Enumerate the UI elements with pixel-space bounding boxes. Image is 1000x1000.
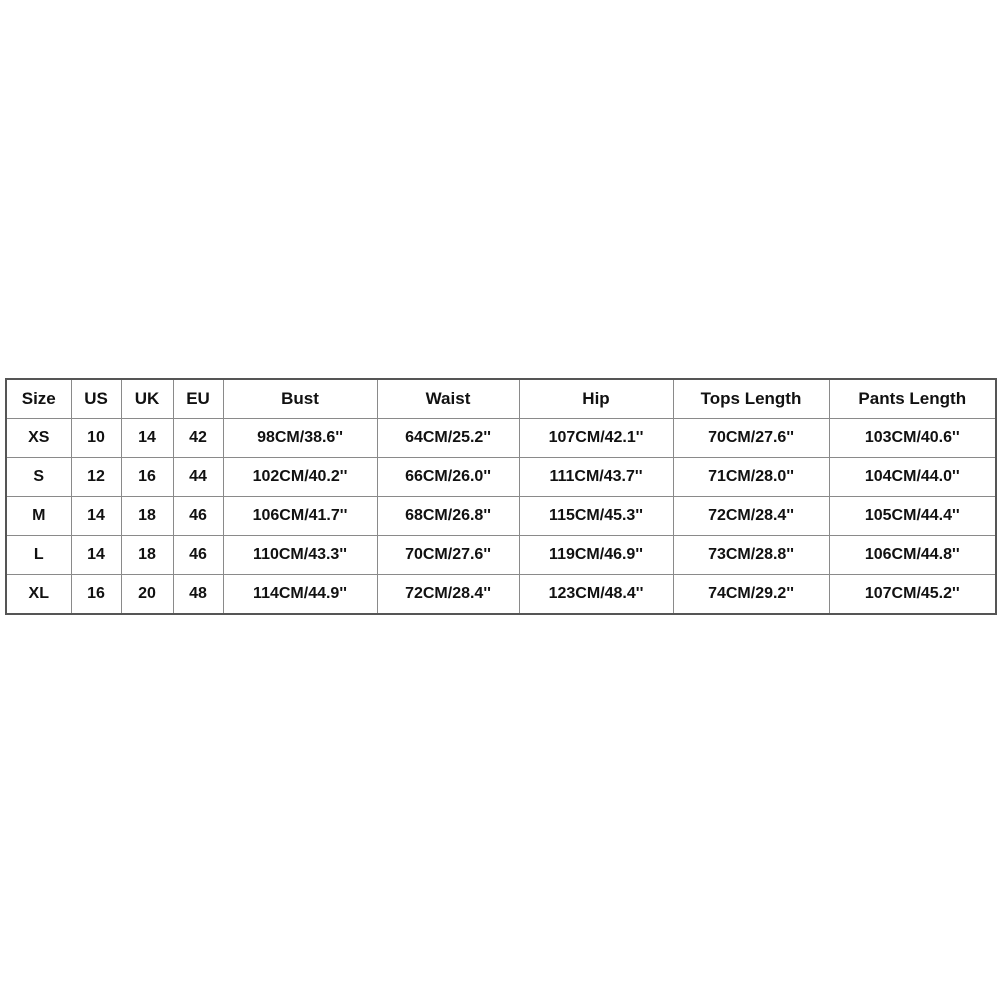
cell-eu: 46: [172, 535, 224, 575]
cell-bust: 110CM/43.3'': [222, 535, 378, 575]
cell-size: L: [5, 535, 72, 575]
header-tops-length: Tops Length: [672, 378, 830, 419]
table-row: L 14 18 46 110CM/43.3'' 70CM/27.6'' 119C…: [5, 535, 997, 575]
cell-uk: 18: [120, 535, 174, 575]
cell-pants-length: 106CM/44.8'': [828, 535, 997, 575]
cell-pants-length: 105CM/44.4'': [828, 496, 997, 536]
cell-waist: 66CM/26.0'': [376, 457, 520, 497]
cell-size: XL: [5, 574, 72, 615]
cell-hip: 111CM/43.7'': [518, 457, 674, 497]
cell-eu: 42: [172, 418, 224, 458]
cell-uk: 14: [120, 418, 174, 458]
cell-hip: 123CM/48.4'': [518, 574, 674, 615]
header-bust: Bust: [222, 378, 378, 419]
header-waist: Waist: [376, 378, 520, 419]
cell-us: 12: [70, 457, 122, 497]
table-row: S 12 16 44 102CM/40.2'' 66CM/26.0'' 111C…: [5, 457, 997, 497]
header-pants-length: Pants Length: [828, 378, 997, 419]
cell-tops-length: 71CM/28.0'': [672, 457, 830, 497]
cell-bust: 102CM/40.2'': [222, 457, 378, 497]
cell-bust: 98CM/38.6'': [222, 418, 378, 458]
cell-waist: 68CM/26.8'': [376, 496, 520, 536]
cell-waist: 70CM/27.6'': [376, 535, 520, 575]
header-row: Size US UK EU Bust Waist Hip Tops Length…: [5, 378, 997, 419]
header-size: Size: [5, 378, 72, 419]
cell-hip: 107CM/42.1'': [518, 418, 674, 458]
cell-hip: 119CM/46.9'': [518, 535, 674, 575]
table-row: M 14 18 46 106CM/41.7'' 68CM/26.8'' 115C…: [5, 496, 997, 536]
cell-tops-length: 72CM/28.4'': [672, 496, 830, 536]
cell-size: M: [5, 496, 72, 536]
cell-waist: 72CM/28.4'': [376, 574, 520, 615]
cell-pants-length: 107CM/45.2'': [828, 574, 997, 615]
table-row: XS 10 14 42 98CM/38.6'' 64CM/25.2'' 107C…: [5, 418, 997, 458]
header-eu: EU: [172, 378, 224, 419]
cell-uk: 20: [120, 574, 174, 615]
cell-pants-length: 104CM/44.0'': [828, 457, 997, 497]
cell-us: 14: [70, 535, 122, 575]
cell-bust: 106CM/41.7'': [222, 496, 378, 536]
table-row: XL 16 20 48 114CM/44.9'' 72CM/28.4'' 123…: [5, 574, 997, 615]
header-uk: UK: [120, 378, 174, 419]
cell-eu: 48: [172, 574, 224, 615]
cell-tops-length: 70CM/27.6'': [672, 418, 830, 458]
cell-waist: 64CM/25.2'': [376, 418, 520, 458]
cell-tops-length: 73CM/28.8'': [672, 535, 830, 575]
cell-us: 14: [70, 496, 122, 536]
header-hip: Hip: [518, 378, 674, 419]
size-chart-table: Size US UK EU Bust Waist Hip Tops Length…: [5, 378, 997, 615]
cell-eu: 44: [172, 457, 224, 497]
cell-eu: 46: [172, 496, 224, 536]
cell-hip: 115CM/45.3'': [518, 496, 674, 536]
cell-size: XS: [5, 418, 72, 458]
cell-us: 10: [70, 418, 122, 458]
cell-uk: 16: [120, 457, 174, 497]
cell-pants-length: 103CM/40.6'': [828, 418, 997, 458]
header-us: US: [70, 378, 122, 419]
cell-uk: 18: [120, 496, 174, 536]
cell-tops-length: 74CM/29.2'': [672, 574, 830, 615]
cell-size: S: [5, 457, 72, 497]
cell-us: 16: [70, 574, 122, 615]
cell-bust: 114CM/44.9'': [222, 574, 378, 615]
